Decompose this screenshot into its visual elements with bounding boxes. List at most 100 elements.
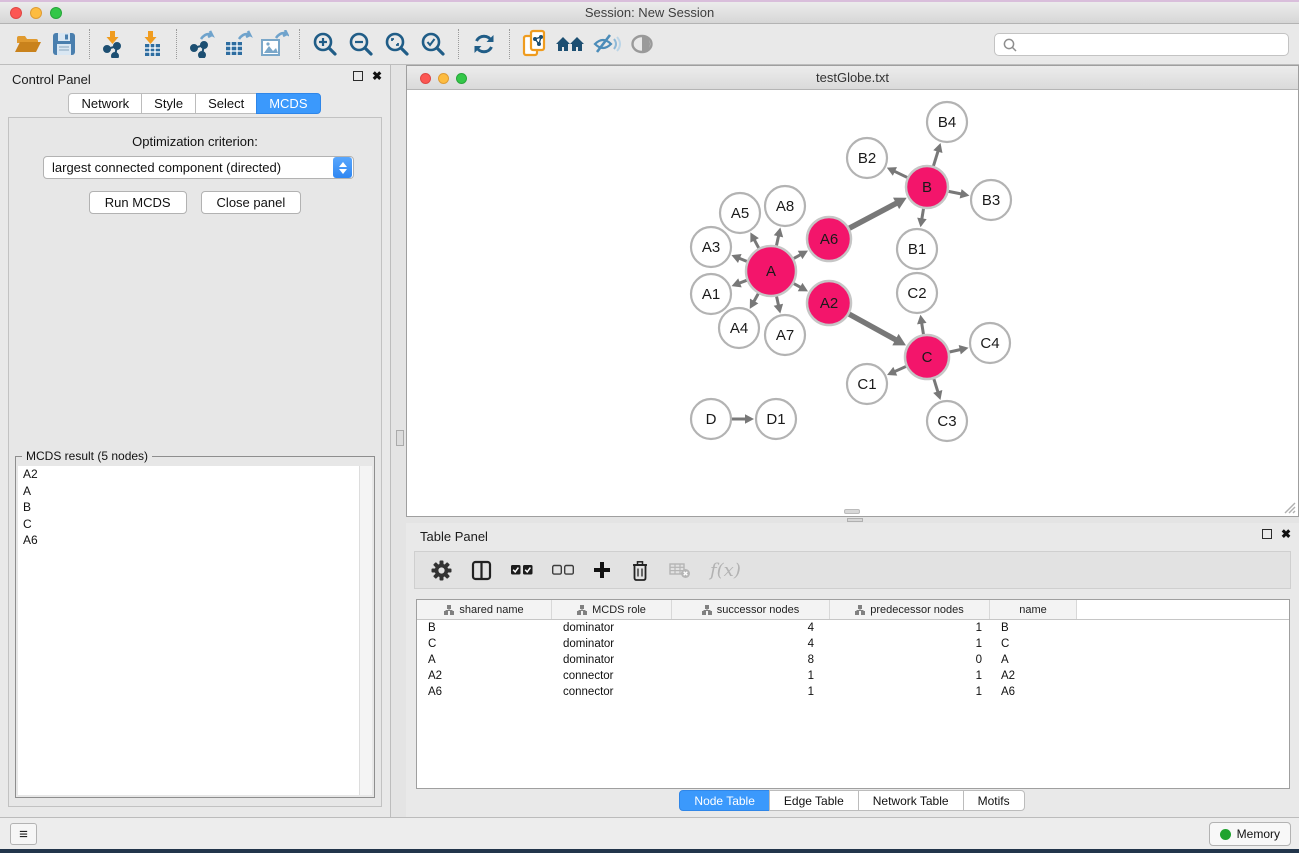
duplicate-network-icon[interactable] (517, 27, 553, 61)
graph-node-C2[interactable]: C2 (897, 273, 937, 313)
cell-predecessor-nodes[interactable]: 1 (830, 638, 990, 650)
graph-node-A5[interactable]: A5 (720, 193, 760, 233)
result-scrollbar[interactable] (359, 466, 372, 795)
cell-name[interactable]: A2 (990, 670, 1077, 682)
graph-node-A7[interactable]: A7 (765, 315, 805, 355)
table-tab-node-table[interactable]: Node Table (679, 790, 770, 811)
cell-predecessor-nodes[interactable]: 1 (830, 670, 990, 682)
minimize-window-button[interactable] (30, 7, 42, 19)
graph-node-D1[interactable]: D1 (756, 399, 796, 439)
cell-successor-nodes[interactable]: 8 (672, 654, 830, 666)
network-canvas[interactable]: AA1A2A3A4A5A6A7A8BB1B2B3B4CC1C2C3C4DD1 (407, 90, 1298, 516)
mcds-result-item[interactable]: A (18, 483, 372, 500)
network-zoom-button[interactable] (456, 73, 467, 84)
network-minimize-button[interactable] (438, 73, 449, 84)
graph-edge-B-B4[interactable] (933, 151, 938, 166)
graph-node-C[interactable]: C (905, 335, 949, 379)
run-mcds-button[interactable]: Run MCDS (89, 191, 187, 214)
export-table-icon[interactable] (220, 27, 256, 61)
graph-edge-A-A8[interactable] (776, 235, 778, 245)
gear-icon[interactable] (431, 560, 452, 581)
cell-name[interactable]: B (990, 622, 1077, 634)
graph-node-A2[interactable]: A2 (807, 281, 851, 325)
graph-edge-A-A1[interactable] (739, 280, 747, 283)
mcds-result-item[interactable]: B (18, 499, 372, 516)
cell-predecessor-nodes[interactable]: 1 (830, 622, 990, 634)
graph-edge-A-A4[interactable] (754, 294, 759, 302)
criterion-dropdown[interactable]: largest connected component (directed) (43, 156, 354, 179)
zoom-selected-icon[interactable] (415, 27, 451, 61)
cell-shared-name[interactable]: A (417, 654, 552, 666)
cell-successor-nodes[interactable]: 4 (672, 638, 830, 650)
graph-node-A8[interactable]: A8 (765, 186, 805, 226)
mcds-result-list[interactable]: A2ABCA6 (18, 466, 372, 795)
network-hscroll-thumb[interactable] (844, 509, 860, 514)
table-tab-motifs[interactable]: Motifs (963, 790, 1025, 811)
column-header-predecessor-nodes[interactable]: predecessor nodes (830, 600, 990, 619)
deselect-checkboxes-icon[interactable] (552, 563, 574, 577)
graph-edge-B-B2[interactable] (894, 171, 907, 177)
cell-name[interactable]: A (990, 654, 1077, 666)
graph-node-B4[interactable]: B4 (927, 102, 967, 142)
graph-edge-C-C3[interactable] (934, 379, 938, 392)
table-row[interactable]: A2connector11A2 (417, 668, 1289, 684)
close-panel-button[interactable]: Close panel (201, 191, 302, 214)
memory-button[interactable]: Memory (1209, 822, 1291, 846)
hide-eye-icon[interactable] (589, 27, 625, 61)
graph-node-B3[interactable]: B3 (971, 180, 1011, 220)
graph-node-A[interactable]: A (746, 246, 796, 296)
zoom-fit-icon[interactable] (379, 27, 415, 61)
open-session-icon[interactable] (10, 27, 46, 61)
column-view-icon[interactable] (471, 560, 492, 581)
graph-node-B[interactable]: B (906, 166, 948, 208)
add-column-icon[interactable] (593, 561, 611, 579)
cell-predecessor-nodes[interactable]: 1 (830, 686, 990, 698)
close-window-button[interactable] (10, 7, 22, 19)
cell-name[interactable]: A6 (990, 686, 1077, 698)
graph-node-A1[interactable]: A1 (691, 274, 731, 314)
resize-grip-icon[interactable] (1283, 501, 1296, 514)
graph-edge-C-C1[interactable] (894, 366, 906, 371)
close-table-panel-icon[interactable]: ✖ (1281, 529, 1291, 539)
save-session-icon[interactable] (46, 27, 82, 61)
zoom-in-icon[interactable] (307, 27, 343, 61)
splitter-handle-vertical[interactable] (396, 430, 404, 446)
cell-mcds-role[interactable]: connector (552, 670, 672, 682)
table-tab-network-table[interactable]: Network Table (858, 790, 964, 811)
cell-successor-nodes[interactable]: 1 (672, 686, 830, 698)
task-history-icon[interactable]: ≡ (10, 823, 37, 845)
import-network-icon[interactable] (97, 27, 133, 61)
cell-shared-name[interactable]: A6 (417, 686, 552, 698)
graph-edge-A-A7[interactable] (777, 296, 779, 305)
graph-node-A4[interactable]: A4 (719, 308, 759, 348)
export-network-icon[interactable] (184, 27, 220, 61)
graph-edge-C-C4[interactable] (949, 350, 960, 353)
export-image-icon[interactable] (256, 27, 292, 61)
node-table[interactable]: shared nameMCDS rolesuccessor nodesprede… (416, 599, 1290, 789)
graph-edge-A-A3[interactable] (739, 258, 747, 261)
tab-mcds[interactable]: MCDS (256, 93, 320, 114)
cell-name[interactable]: C (990, 638, 1077, 650)
graph-edge-B-B3[interactable] (949, 191, 962, 194)
float-table-panel-icon[interactable] (1262, 529, 1272, 539)
cell-mcds-role[interactable]: dominator (552, 638, 672, 650)
mcds-result-item[interactable]: A6 (18, 532, 372, 549)
zoom-window-button[interactable] (50, 7, 62, 19)
graph-node-D[interactable]: D (691, 399, 731, 439)
graph-node-B1[interactable]: B1 (897, 229, 937, 269)
table-row[interactable]: A6connector11A6 (417, 684, 1289, 700)
graph-edge-A-A2[interactable] (794, 284, 801, 288)
import-table-icon[interactable] (133, 27, 169, 61)
cell-mcds-role[interactable]: dominator (552, 654, 672, 666)
refresh-icon[interactable] (466, 27, 502, 61)
graph-edge-A-A5[interactable] (754, 239, 759, 248)
column-header-name[interactable]: name (990, 600, 1077, 619)
graph-edge-A-A6[interactable] (794, 254, 801, 258)
cell-successor-nodes[interactable]: 1 (672, 670, 830, 682)
tab-style[interactable]: Style (141, 93, 196, 114)
search-input[interactable] (1018, 34, 1288, 55)
column-header-shared-name[interactable]: shared name (417, 600, 552, 619)
graph-edge-C-C2[interactable] (922, 323, 924, 335)
network-close-button[interactable] (420, 73, 431, 84)
graph-node-C3[interactable]: C3 (927, 401, 967, 441)
